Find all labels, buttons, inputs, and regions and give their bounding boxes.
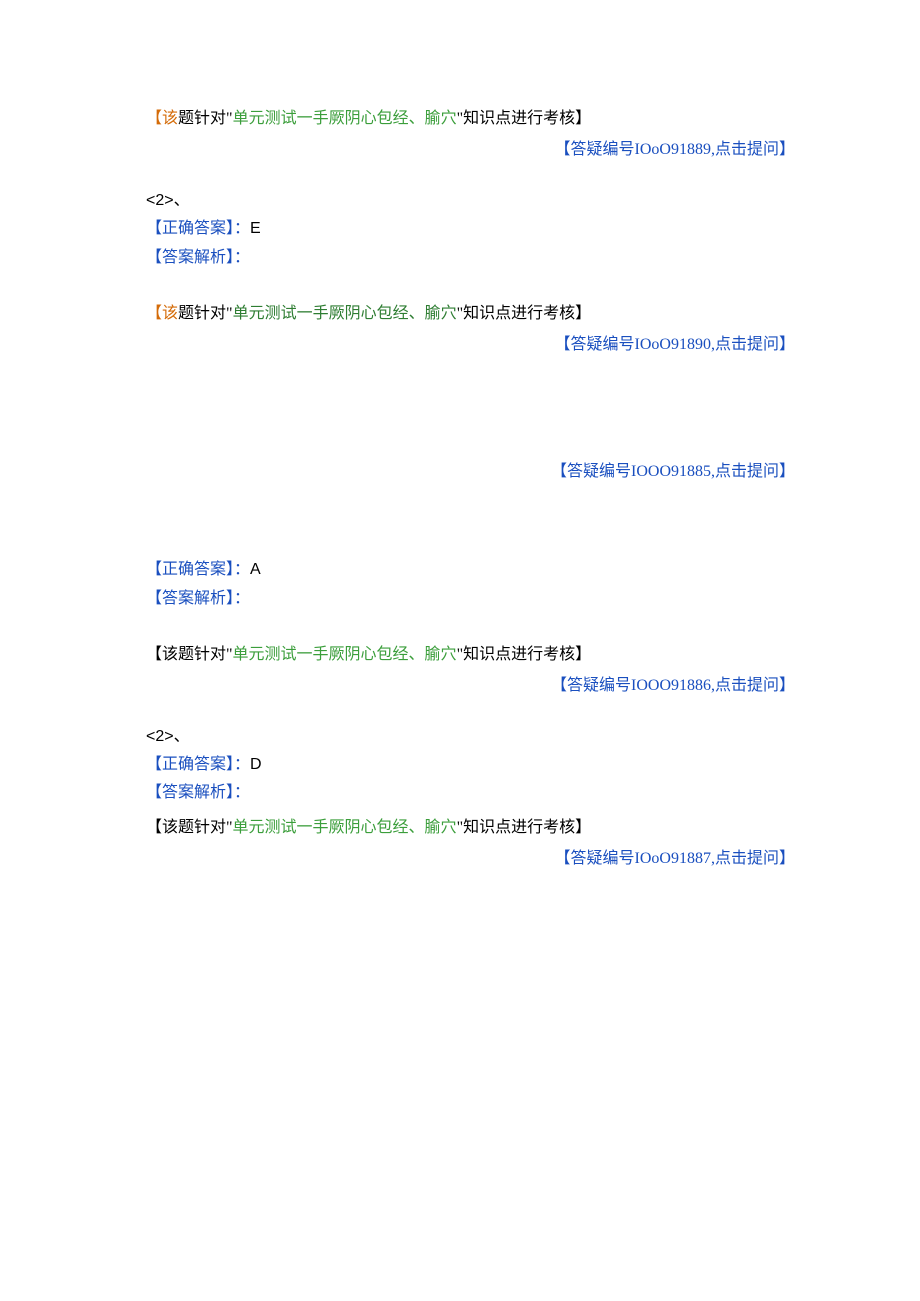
qa-link[interactable]: 【答疑编号IOoO91890,点击提问】 [555,336,795,353]
qa-link[interactable]: 【答疑编号IOoO91889,点击提问】 [555,141,795,158]
answer-row: 【正确答案】：E [146,218,820,240]
answer-label: 【正确答案】： [146,756,250,773]
note-bracket-open: 【该题针对" [146,819,233,836]
note-topic: 单元测试一手厥阴心包经、腧穴 [233,305,457,322]
explanation-label: 【答案解析】： [146,784,250,801]
note-text-suffix: "知识点进行考核】 [457,819,592,836]
qa-link[interactable]: 【答疑编号IOoO91887,点击提问】 [555,850,795,867]
answer-value: E [250,220,261,237]
explanation-label: 【答案解析】： [146,249,250,266]
qa-link-row: 【答疑编号IOoO91890,点击提问】 [146,334,795,356]
note-bracket-open: 【该 [146,110,178,127]
note-text-mid: 题针对" [178,305,233,322]
answer-row: 【正确答案】：A [146,559,820,581]
note-text-mid: 题针对" [178,110,233,127]
knowledge-note: 【该题针对"单元测试一手厥阴心包经、腧穴"知识点进行考核】 [146,644,820,666]
qa-link-row: 【答疑编号IOoO91889,点击提问】 [146,139,795,161]
note-text-suffix: "知识点进行考核】 [457,110,592,127]
answer-label: 【正确答案】： [146,220,250,237]
note-text-suffix: "知识点进行考核】 [457,305,592,322]
answer-row: 【正确答案】：D [146,754,820,776]
answer-value: A [250,561,261,578]
explanation-row: 【答案解析】： [146,782,820,804]
explanation-row: 【答案解析】： [146,247,820,269]
qa-link[interactable]: 【答疑编号IOOO91886,点击提问】 [551,677,795,694]
note-text-suffix: "知识点进行考核】 [457,646,592,663]
note-bracket-open: 【该题针对" [146,646,233,663]
note-topic: 单元测试一手厥阴心包经、腧穴 [233,819,457,836]
qa-link-row: 【答疑编号IOoO91887,点击提问】 [146,848,795,870]
subquestion-heading: <2>、 [146,726,820,748]
note-topic: 单元测试一手厥阴心包经、腧穴 [233,110,457,127]
subquestion-heading: <2>、 [146,190,820,212]
qa-link-row: 【答疑编号IOOO91885,点击提问】 [146,461,795,483]
knowledge-note: 【该题针对"单元测试一手厥阴心包经、腧穴"知识点进行考核】 [146,303,820,325]
note-topic: 单元测试一手厥阴心包经、腧穴 [233,646,457,663]
explanation-row: 【答案解析】： [146,588,820,610]
qa-link-row: 【答疑编号IOOO91886,点击提问】 [146,675,795,697]
explanation-label: 【答案解析】： [146,590,250,607]
knowledge-note: 【该题针对"单元测试一手厥阴心包经、腧穴"知识点进行考核】 [146,108,820,130]
answer-value: D [250,756,262,773]
knowledge-note: 【该题针对"单元测试一手厥阴心包经、腧穴"知识点进行考核】 [146,817,820,839]
qa-link[interactable]: 【答疑编号IOOO91885,点击提问】 [551,463,795,480]
note-bracket-open: 【该 [146,305,178,322]
answer-label: 【正确答案】： [146,561,250,578]
